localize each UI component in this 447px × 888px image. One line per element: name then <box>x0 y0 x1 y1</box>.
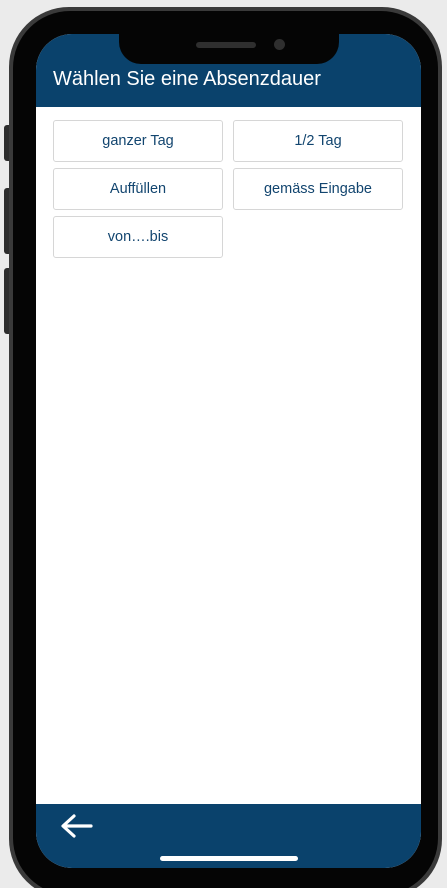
back-button[interactable] <box>58 812 94 840</box>
option-from-to-button[interactable]: von….bis <box>53 216 223 258</box>
option-full-day-button[interactable]: ganzer Tag <box>53 120 223 162</box>
option-half-day-button[interactable]: 1/2 Tag <box>233 120 403 162</box>
arrow-left-icon <box>61 814 93 838</box>
app-footer <box>36 804 421 868</box>
option-as-entered-button[interactable]: gemäss Eingabe <box>233 168 403 210</box>
speaker-grille <box>196 42 256 48</box>
device-frame: Wählen Sie eine Absenzdauer ganzer Tag 1… <box>0 0 447 888</box>
home-indicator <box>160 856 298 861</box>
option-fill-up-button[interactable]: Auffüllen <box>53 168 223 210</box>
app-screen: Wählen Sie eine Absenzdauer ganzer Tag 1… <box>36 34 421 868</box>
front-camera <box>274 39 285 50</box>
page-title: Wählen Sie eine Absenzdauer <box>53 68 321 90</box>
